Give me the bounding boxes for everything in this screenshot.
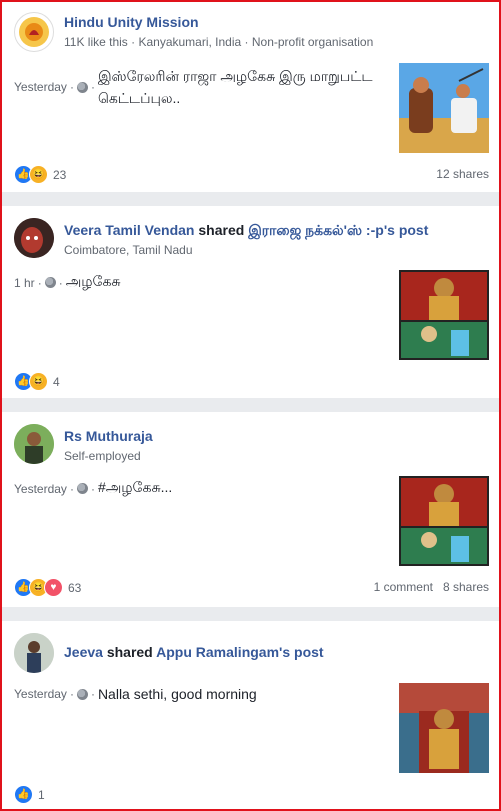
post-timestamp[interactable]: Yesterday xyxy=(14,80,67,94)
author-name[interactable]: Jeeva shared Appu Ramalingam's post xyxy=(64,644,324,660)
post-text: இஸ்ரேலரின் ராஜா அழகேசு இரு மாறுபட்ட கெட்… xyxy=(97,68,373,106)
shared-source-link[interactable]: Appu Ramalingam's post xyxy=(156,644,323,660)
post-timestamp[interactable]: Yesterday xyxy=(14,687,67,701)
feed-frame: Hindu Unity Mission 11K like this · Kany… xyxy=(0,0,501,811)
feed-post: Rs Muthuraja Self-employed Yesterday · ·… xyxy=(2,412,499,607)
comments-count[interactable]: 1 comment xyxy=(374,580,433,594)
author-name[interactable]: Hindu Unity Mission xyxy=(64,14,199,30)
post-image[interactable] xyxy=(399,476,489,566)
post-timestamp[interactable]: Yesterday xyxy=(14,482,67,496)
reaction-count[interactable]: 23 xyxy=(53,168,66,182)
reaction-count[interactable]: 63 xyxy=(68,581,81,595)
post-image[interactable] xyxy=(399,270,489,360)
globe-icon xyxy=(44,277,56,288)
feed-post: Veera Tamil Vendan shared இராஜை நக்கல்'ஸ… xyxy=(2,206,499,398)
reaction-count[interactable]: 1 xyxy=(38,788,45,802)
author-occupation: Self-employed xyxy=(64,449,141,463)
user-avatar[interactable] xyxy=(14,633,54,673)
dot-separator: · xyxy=(69,481,74,496)
author-location: Coimbatore, Tamil Nadu xyxy=(64,243,193,257)
shares-count[interactable]: 12 shares xyxy=(436,167,489,181)
post-timestamp[interactable]: 1 hr xyxy=(14,276,35,290)
author-link[interactable]: Veera Tamil Vendan xyxy=(64,222,194,238)
dot-separator: · xyxy=(90,687,95,701)
dot-separator: · xyxy=(37,275,42,290)
globe-icon xyxy=(76,81,88,93)
dot-separator: · xyxy=(90,80,95,94)
user-avatar[interactable] xyxy=(14,218,54,258)
shared-word: shared xyxy=(198,222,245,238)
shared-word: shared xyxy=(106,644,153,660)
haha-icon[interactable]: 😆 xyxy=(29,372,48,391)
author-link[interactable]: Jeeva xyxy=(64,644,103,660)
author-name[interactable]: Veera Tamil Vendan shared இராஜை நக்கல்'ஸ… xyxy=(64,222,428,241)
logo-icon xyxy=(19,17,49,47)
shares-count[interactable]: 8 shares xyxy=(443,580,489,594)
feed-post: Jeeva shared Appu Ramalingam's post Yest… xyxy=(2,621,499,809)
like-icon[interactable]: 👍 xyxy=(14,785,33,804)
feed-post: Hindu Unity Mission 11K like this · Kany… xyxy=(2,2,499,192)
reaction-count[interactable]: 4 xyxy=(53,375,60,389)
dot-separator: · xyxy=(90,481,95,496)
author-subtitle: 11K like this · Kanyakumari, India · Non… xyxy=(64,35,374,49)
post-text: அழகேசு xyxy=(65,273,121,289)
shared-source-link[interactable]: இராஜை நக்கல்'ஸ் :-p's post xyxy=(248,222,428,238)
dot-separator: · xyxy=(69,687,74,701)
post-text: #அழகேசு... xyxy=(97,479,173,495)
post-text: Nalla sethi, good morning xyxy=(97,686,257,702)
dot-separator: · xyxy=(69,80,74,94)
love-icon[interactable]: ♥ xyxy=(44,578,63,597)
user-avatar[interactable] xyxy=(14,424,54,464)
haha-icon[interactable]: 😆 xyxy=(29,165,48,184)
post-image[interactable] xyxy=(399,63,489,153)
globe-icon xyxy=(76,483,88,494)
page-avatar[interactable] xyxy=(14,12,54,52)
dot-separator: · xyxy=(58,275,63,290)
post-image[interactable] xyxy=(399,683,489,773)
globe-icon xyxy=(76,688,88,700)
author-name[interactable]: Rs Muthuraja xyxy=(64,428,153,444)
